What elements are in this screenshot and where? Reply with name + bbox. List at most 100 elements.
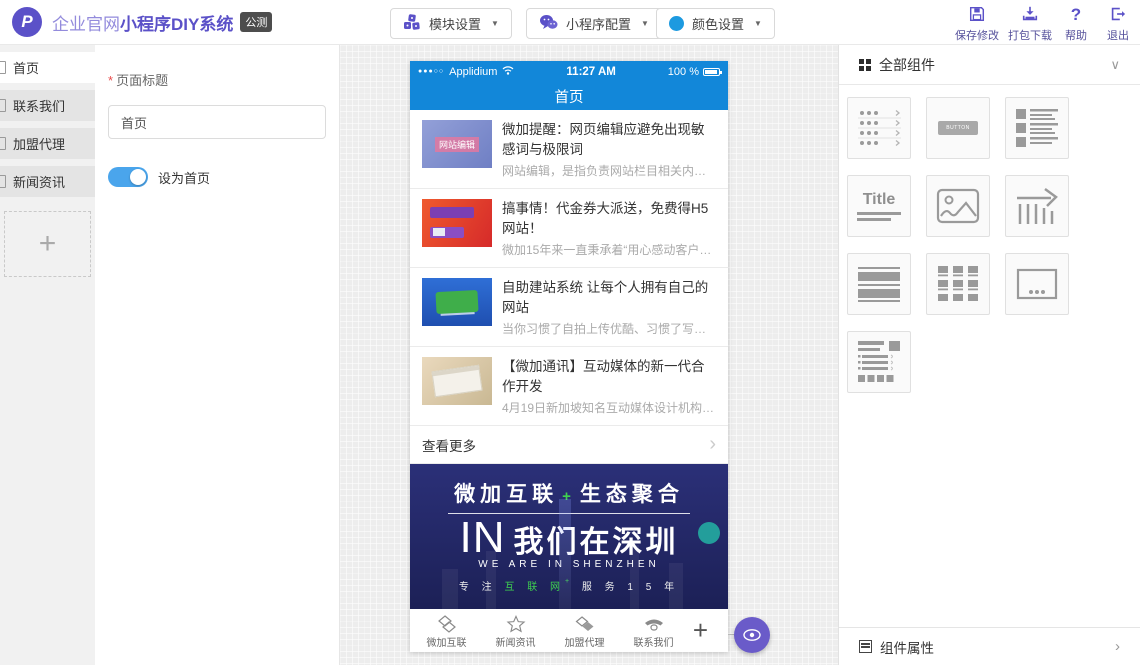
help-label: 帮助 [1058, 27, 1094, 43]
grid-nine-icon [936, 264, 980, 304]
button-sample-icon: BUTTON [938, 121, 977, 135]
article-item[interactable]: 网站编辑 微加提醒：网页编辑应避免出现敏感词与极限词 网站编辑，是指负责网站栏目… [410, 110, 728, 189]
menu-list-icon [856, 107, 902, 149]
help-button[interactable]: ? 帮助 [1058, 5, 1094, 43]
marquee-icon [1015, 186, 1059, 226]
page-doc-icon [0, 137, 6, 150]
add-page-button[interactable]: + [4, 211, 91, 277]
component-tile-grid-nine[interactable] [926, 253, 990, 315]
tab-label: 联系我们 [619, 634, 688, 649]
component-tile-title[interactable]: Title [847, 175, 911, 237]
article-title: 微加提醒：网页编辑应避免出现敏感词与极限词 [502, 120, 716, 159]
article-thumbnail [422, 199, 492, 247]
tab-news[interactable]: 新闻资讯 [481, 613, 550, 649]
tab-label: 微加互联 [412, 634, 481, 649]
article-thumbnail [422, 278, 492, 326]
sidebar-item-news[interactable]: 新闻资讯 [0, 166, 95, 197]
brand-title-light: 企业官网 [52, 10, 120, 35]
banner-circle-decor [698, 522, 720, 544]
component-tile-menu-list[interactable] [847, 97, 911, 159]
component-tiles: BUTTON Title [839, 85, 1140, 409]
set-homepage-toggle[interactable] [108, 167, 148, 187]
sidebar-item-label: 加盟代理 [13, 134, 65, 153]
wechat-icon [539, 14, 558, 34]
component-tile-marquee[interactable] [1005, 175, 1069, 237]
battery-icon [703, 68, 720, 76]
download-label: 打包下载 [1004, 27, 1056, 43]
page-doc-icon [0, 61, 6, 74]
toggle-knob [130, 169, 146, 185]
set-homepage-label: 设为首页 [158, 168, 210, 187]
sidebar-item-home[interactable]: 首页 [0, 52, 95, 83]
article-thumbnail [422, 357, 492, 405]
component-tile-image[interactable] [926, 175, 990, 237]
banner-tower-decor [559, 499, 571, 609]
exit-label: 退出 [1100, 27, 1136, 43]
image-icon [936, 188, 980, 224]
preview-eye-button[interactable] [734, 617, 770, 653]
carrier-label: Applidium [449, 66, 497, 78]
article-item[interactable]: 自助建站系统 让每个人拥有自己的网站 当你习惯了自拍上传优酷、习惯了写点小… [410, 268, 728, 347]
page-title-input[interactable] [108, 105, 326, 139]
component-tile-button[interactable]: BUTTON [926, 97, 990, 159]
rich-list-icon [856, 340, 902, 384]
article-thumbnail: 网站编辑 [422, 120, 492, 168]
sidebar-item-contact[interactable]: 联系我们 [0, 90, 95, 121]
sidebar-item-agency[interactable]: 加盟代理 [0, 128, 95, 159]
color-settings-dropdown[interactable]: 颜色设置 ▼ [656, 8, 775, 39]
modules-settings-dropdown[interactable]: 模块设置 ▼ [390, 8, 512, 39]
tab-contact[interactable]: 联系我们 [619, 613, 688, 649]
article-excerpt: 微加15年来一直秉承着“用心感动客户！”的… [502, 241, 716, 258]
miniprogram-config-dropdown[interactable]: 小程序配置 ▼ [526, 8, 662, 39]
sidebar-item-label: 首页 [13, 58, 39, 77]
banner-component[interactable]: 微加互联+生态聚合 IN 我们在深圳 WE ARE IN SHENZHEN 专 … [410, 464, 728, 609]
download-button[interactable]: 打包下载 [1004, 5, 1056, 43]
component-tile-slider[interactable] [1005, 253, 1069, 315]
add-tab-button[interactable]: + [693, 615, 708, 646]
sidebar-item-label: 新闻资讯 [13, 172, 65, 191]
eye-icon [743, 629, 761, 641]
tab-label: 新闻资讯 [481, 634, 550, 649]
exit-icon [1100, 5, 1136, 25]
view-more-link[interactable]: 查看更多 › [410, 426, 728, 464]
app-window: P 企业官网小程序DIY系统 公测 模块设置 ▼ 小程序配置 ▼ 颜色设置 ▼ [0, 0, 1140, 665]
save-label: 保存修改 [951, 27, 1003, 43]
article-title: 自助建站系统 让每个人拥有自己的网站 [502, 278, 716, 317]
caret-down-icon: ▼ [491, 19, 499, 28]
brand: P 企业官网小程序DIY系统 公测 [12, 7, 272, 37]
signal-dots-icon: ●●●○○ [418, 68, 444, 75]
tab-weijia[interactable]: 微加互联 [412, 613, 481, 649]
component-tile-media-list[interactable] [1005, 97, 1069, 159]
properties-doc-icon [859, 640, 872, 653]
help-icon: ? [1058, 5, 1094, 25]
tab-agency[interactable]: 加盟代理 [550, 613, 619, 649]
color-dot-icon [669, 16, 684, 31]
article-title: 搞事情！代金券大派送，免费得H5网站！ [502, 199, 716, 238]
battery-percent: 100 % [668, 66, 699, 78]
chevron-right-icon: › [709, 433, 716, 456]
tab-label: 加盟代理 [550, 634, 619, 649]
star-icon [506, 615, 526, 633]
components-grid-icon [859, 59, 871, 71]
component-tile-rich-list[interactable] [847, 331, 911, 393]
component-tile-text-bars[interactable] [847, 253, 911, 315]
page-doc-icon [0, 99, 6, 112]
required-asterisk: * [108, 73, 113, 88]
phone-preview: ●●●○○ Applidium 11:27 AM 100 % 首页 网站编辑 微… [410, 61, 728, 652]
plus-icon: + [39, 227, 57, 261]
phone-icon [643, 615, 665, 633]
beta-badge: 公测 [240, 12, 272, 32]
component-properties-bar[interactable]: 组件属性 › [839, 627, 1140, 665]
phone-nav-title: 首页 [410, 82, 728, 110]
exit-button[interactable]: 退出 [1100, 5, 1136, 43]
battery-status: 100 % [668, 66, 720, 78]
components-panel-header[interactable]: 全部组件 ∨ [839, 45, 1140, 85]
article-item[interactable]: 搞事情！代金券大派送，免费得H5网站！ 微加15年来一直秉承着“用心感动客户！”… [410, 189, 728, 268]
phone-status-bar: ●●●○○ Applidium 11:27 AM 100 % [410, 61, 728, 82]
components-panel: 全部组件 ∨ BUTTON [838, 45, 1140, 665]
text-bars-icon [856, 266, 902, 302]
page-doc-icon [0, 175, 6, 188]
miniprogram-config-label: 小程序配置 [566, 14, 631, 33]
article-item[interactable]: 【微加通讯】互动媒体的新一代合作开发 4月19日新加坡知名互动媒体设计机构Pin… [410, 347, 728, 426]
save-button[interactable]: 保存修改 [951, 5, 1003, 43]
